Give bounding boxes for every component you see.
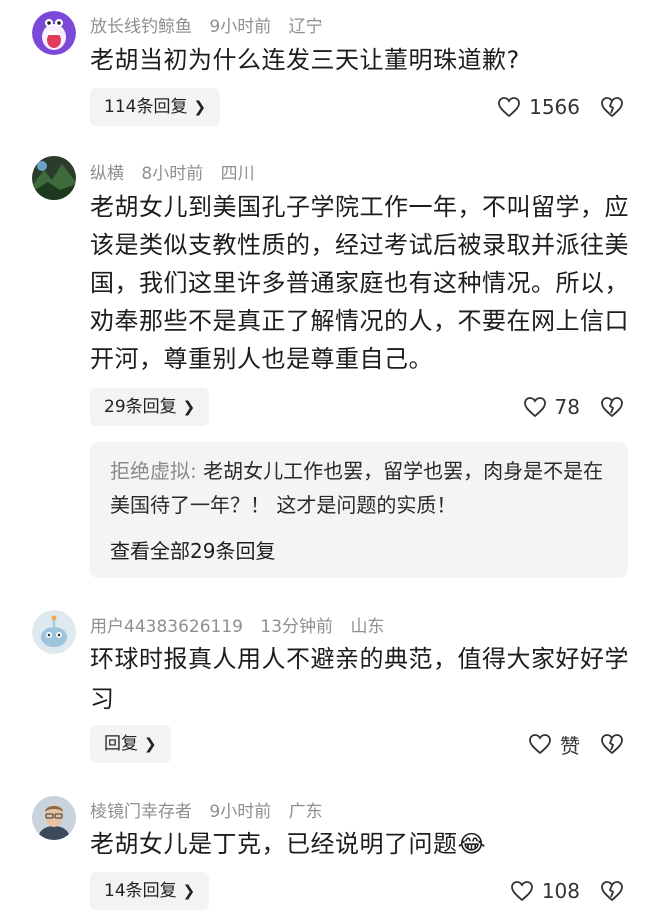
sub-reply-box[interactable]: 拒绝虚拟: 老胡女儿工作也罢，留学也罢，肉身是不是在美国待了一年？！ 这才是问题…	[90, 442, 628, 578]
heart-icon	[498, 97, 520, 118]
location: 山东	[350, 617, 385, 637]
comment-meta: 放长线钓鲸鱼 9小时前 辽宁	[90, 12, 335, 37]
chevron-right-icon: ❯	[144, 735, 157, 753]
dislike-button[interactable]	[600, 88, 624, 126]
broken-heart-icon	[601, 734, 623, 755]
view-replies-button[interactable]: 14条回复 ❯	[90, 872, 210, 910]
comment-text: 老胡女儿到美国孔子学院工作一年，不叫留学，应该是类似支教性质的，经过考试后被录取…	[90, 193, 629, 373]
sub-reply-colon: :	[190, 459, 204, 483]
purple-monster-avatar-icon	[32, 11, 76, 55]
timestamp: 9小时前	[209, 802, 272, 822]
location: 广东	[288, 802, 323, 822]
like-button[interactable]: 赞	[528, 725, 580, 763]
view-replies-button[interactable]: 29条回复 ❯	[90, 388, 210, 426]
location: 辽宁	[288, 17, 323, 37]
broken-heart-icon	[601, 397, 623, 418]
chevron-right-icon: ❯	[193, 98, 207, 116]
broken-heart-icon	[601, 881, 623, 902]
reply-label: 回复	[104, 734, 138, 754]
heart-icon	[529, 734, 551, 755]
comment-meta: 纵横 8小时前 四川	[90, 159, 267, 184]
portrait-avatar-icon	[32, 796, 76, 840]
landscape-avatar-icon	[32, 156, 76, 200]
default-alien-avatar-icon	[32, 610, 76, 654]
like-button[interactable]: 78	[523, 388, 580, 426]
dislike-button[interactable]	[600, 725, 624, 763]
like-count: 78	[554, 395, 580, 419]
chevron-right-icon: ❯	[182, 398, 196, 416]
sub-reply-text: 拒绝虚拟: 老胡女儿工作也罢，留学也罢，肉身是不是在美国待了一年？！ 这才是问题…	[110, 454, 615, 522]
timestamp: 9小时前	[209, 17, 272, 37]
comment-item: 用户44383626119 13分钟前 山东 环球时报真人用人不避亲的典范，值得…	[0, 606, 660, 776]
avatar[interactable]	[32, 156, 76, 200]
like-count: 1566	[529, 95, 580, 119]
avatar[interactable]	[32, 11, 76, 55]
comment-item: 纵横 8小时前 四川 老胡女儿到美国孔子学院工作一年，不叫留学，应该是类似支教性…	[0, 152, 660, 592]
username[interactable]: 用户44383626119	[90, 617, 243, 637]
dislike-button[interactable]	[600, 872, 624, 910]
dislike-button[interactable]	[600, 388, 624, 426]
heart-icon	[523, 397, 546, 418]
timestamp: 8小时前	[141, 164, 204, 184]
view-all-replies-link[interactable]: 查看全部29条回复	[110, 535, 275, 564]
comment-text: 环球时报真人用人不避亲的典范，值得大家好好学习	[90, 645, 629, 713]
avatar[interactable]	[32, 610, 76, 654]
username[interactable]: 纵横	[90, 164, 124, 184]
chevron-right-icon: ❯	[182, 882, 196, 900]
comment-meta: 棱镜门幸存者 9小时前 广东	[90, 797, 335, 822]
like-count: 赞	[560, 733, 580, 758]
comment-item: 棱镜门幸存者 9小时前 广东 老胡女儿是丁克，已经说明了问题😂 14条回复 ❯ 1…	[0, 792, 660, 916]
comment-meta: 用户44383626119 13分钟前 山东	[90, 612, 396, 637]
reply-count-label: 114条回复	[104, 97, 188, 117]
reply-count-label: 29条回复	[104, 397, 177, 417]
like-button[interactable]: 1566	[497, 88, 580, 126]
timestamp: 13分钟前	[260, 617, 334, 637]
username[interactable]: 放长线钓鲸鱼	[90, 17, 192, 37]
broken-heart-icon	[601, 97, 623, 118]
username[interactable]: 棱镜门幸存者	[90, 802, 192, 822]
comment-text: 老胡当初为什么连发三天让董明珠道歉?	[90, 46, 520, 74]
like-button[interactable]: 108	[510, 872, 580, 910]
comment-item: 放长线钓鲸鱼 9小时前 辽宁 老胡当初为什么连发三天让董明珠道歉? 114条回复…	[0, 0, 660, 140]
reply-button[interactable]: 回复 ❯	[90, 725, 171, 763]
like-count: 108	[541, 879, 580, 903]
view-replies-button[interactable]: 114条回复 ❯	[90, 88, 221, 126]
sub-reply-author[interactable]: 拒绝虚拟	[110, 459, 190, 483]
location: 四川	[220, 164, 255, 184]
reply-count-label: 14条回复	[104, 881, 177, 901]
heart-icon	[510, 881, 533, 902]
avatar[interactable]	[32, 796, 76, 840]
comment-text: 老胡女儿是丁克，已经说明了问题😂	[90, 830, 487, 858]
